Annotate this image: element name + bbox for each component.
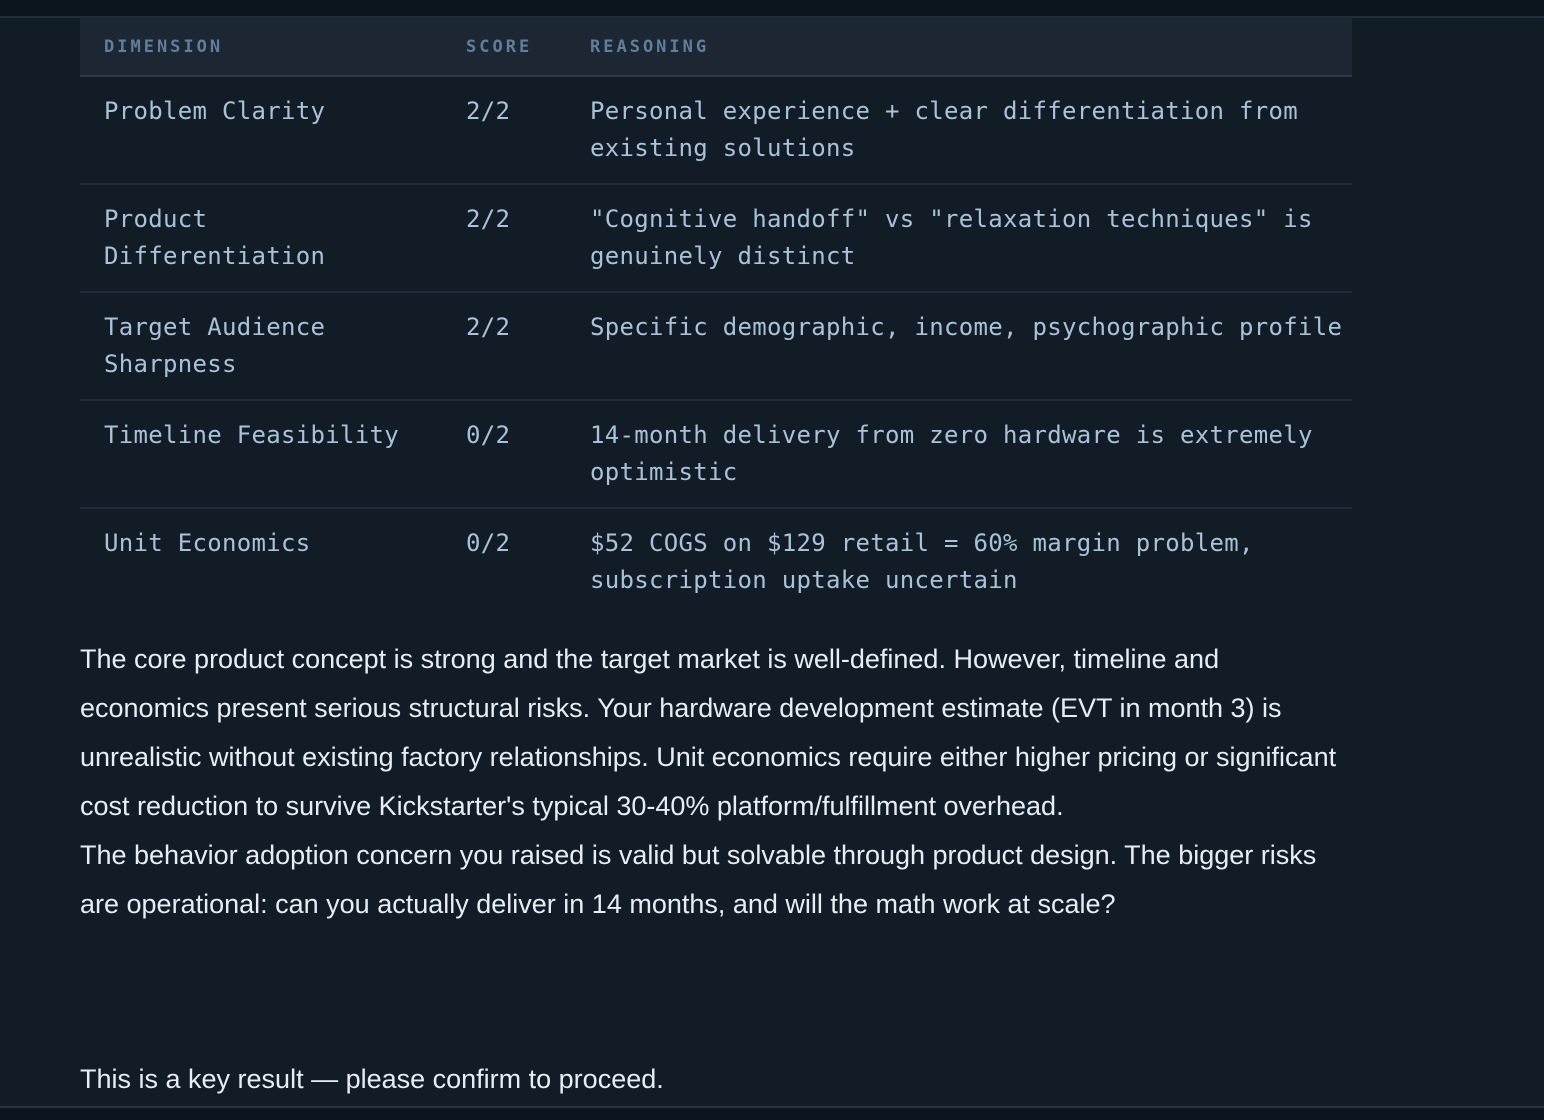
table-row: Target Audience Sharpness 2/2 Specific d… xyxy=(80,292,1352,401)
summary-text: The core product concept is strong and t… xyxy=(80,635,1352,929)
table-row: Unit Economics 0/2 $52 COGS on $129 reta… xyxy=(80,508,1352,615)
reasoning-cell: Specific demographic, income, psychograp… xyxy=(590,292,1352,401)
reasoning-cell: $52 COGS on $129 retail = 60% margin pro… xyxy=(590,529,1254,594)
reasoning-cell: "Cognitive handoff" vs "relaxation techn… xyxy=(590,184,1352,293)
header-dimension: DIMENSION xyxy=(80,18,466,77)
dimension-cell: Unit Economics xyxy=(104,529,311,557)
score-cell: 2/2 xyxy=(466,76,590,185)
dimension-cell: Timeline Feasibility xyxy=(80,400,466,509)
message-content: DIMENSION SCORE REASONING Problem Clarit… xyxy=(80,18,1352,929)
header-score: SCORE xyxy=(466,18,590,77)
table-row: Product Differentiation 2/2 "Cognitive h… xyxy=(80,184,1352,293)
table-row: Timeline Feasibility 0/2 14-month delive… xyxy=(80,400,1352,509)
table-row: Problem Clarity 2/2 Personal experience … xyxy=(80,76,1352,185)
dimension-cell: Problem Clarity xyxy=(80,76,466,185)
reasoning-cell: Personal experience + clear differentiat… xyxy=(590,76,1352,185)
score-table: DIMENSION SCORE REASONING Problem Clarit… xyxy=(80,18,1352,615)
table-header-row: DIMENSION SCORE REASONING xyxy=(80,18,1352,77)
summary-paragraph-1: The core product concept is strong and t… xyxy=(80,644,1337,821)
score-cell: 0/2 xyxy=(466,400,590,509)
top-divider xyxy=(0,0,1544,18)
dimension-cell: Product Differentiation xyxy=(80,184,466,293)
dimension-cell: Target Audience Sharpness xyxy=(80,292,466,401)
score-cell: 2/2 xyxy=(466,184,590,293)
score-cell: 0/2 xyxy=(466,529,511,557)
confirm-prompt: This is a key result — please confirm to… xyxy=(80,1064,664,1094)
summary-paragraph-2: The behavior adoption concern you raised… xyxy=(80,840,1317,919)
bottom-divider xyxy=(0,1106,1544,1120)
header-reasoning: REASONING xyxy=(590,18,1352,77)
score-cell: 2/2 xyxy=(466,292,590,401)
reasoning-cell: 14-month delivery from zero hardware is … xyxy=(590,400,1352,509)
